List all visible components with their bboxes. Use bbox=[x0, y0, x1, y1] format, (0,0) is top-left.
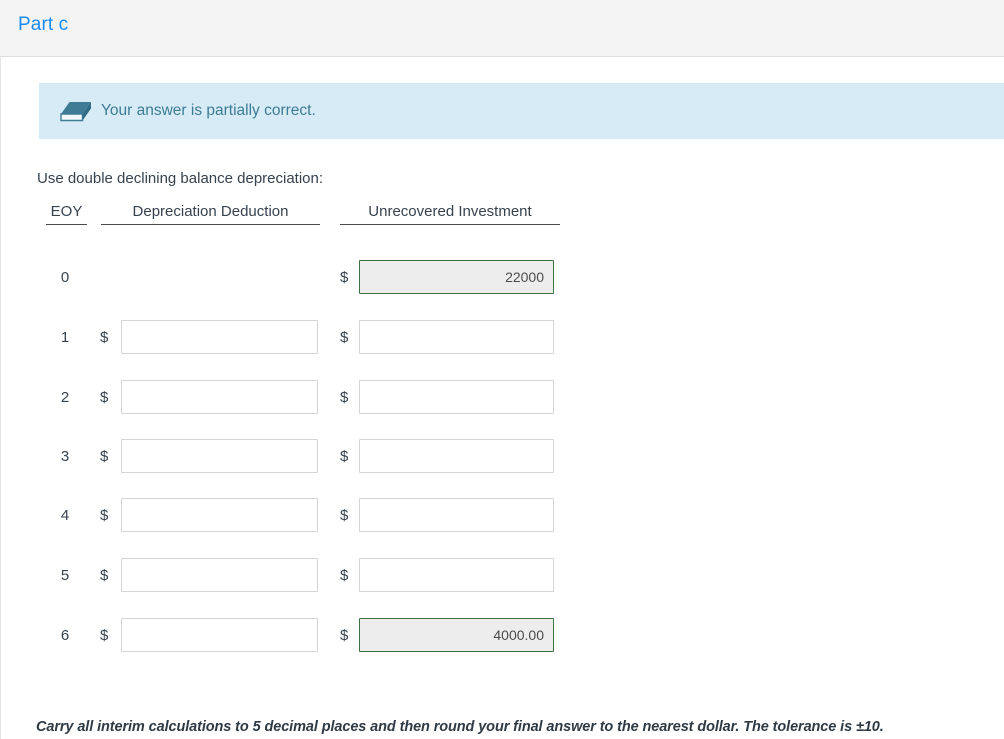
input-depreciation-2[interactable] bbox=[121, 380, 318, 414]
status-banner-message: Your answer is partially correct. bbox=[101, 102, 316, 119]
column-header-unrecovered: Unrecovered Investment bbox=[340, 203, 560, 225]
assignment-page: Part c Your answer is partially correct.… bbox=[0, 0, 1004, 739]
row-label-eoy-4: 4 bbox=[60, 507, 70, 524]
row-label-eoy-2: 2 bbox=[60, 389, 70, 406]
column-header-depreciation: Depreciation Deduction bbox=[101, 203, 320, 225]
input-depreciation-6[interactable] bbox=[121, 618, 318, 652]
input-depreciation-3[interactable] bbox=[121, 439, 318, 473]
eraser-icon bbox=[60, 101, 92, 122]
status-banner: Your answer is partially correct. bbox=[39, 83, 1004, 139]
row-label-eoy-6: 6 bbox=[60, 627, 70, 644]
row-label-eoy-0: 0 bbox=[60, 269, 70, 286]
column-header-eoy: EOY bbox=[46, 203, 87, 225]
input-unrecovered-6[interactable] bbox=[359, 618, 554, 652]
currency-symbol-unrecovered-5: $ bbox=[340, 567, 349, 584]
content-left-rail bbox=[0, 58, 1, 739]
currency-symbol-unrecovered-3: $ bbox=[340, 448, 349, 465]
currency-symbol-depreciation-1: $ bbox=[100, 329, 109, 346]
currency-symbol-unrecovered-0: $ bbox=[340, 269, 349, 286]
input-unrecovered-4[interactable] bbox=[359, 498, 554, 532]
part-header: Part c bbox=[0, 0, 1004, 57]
input-unrecovered-5[interactable] bbox=[359, 558, 554, 592]
currency-symbol-unrecovered-4: $ bbox=[340, 507, 349, 524]
currency-symbol-depreciation-4: $ bbox=[100, 507, 109, 524]
input-unrecovered-1[interactable] bbox=[359, 320, 554, 354]
currency-symbol-depreciation-2: $ bbox=[100, 389, 109, 406]
input-depreciation-5[interactable] bbox=[121, 558, 318, 592]
row-label-eoy-5: 5 bbox=[60, 567, 70, 584]
currency-symbol-depreciation-6: $ bbox=[100, 627, 109, 644]
currency-symbol-depreciation-3: $ bbox=[100, 448, 109, 465]
input-depreciation-4[interactable] bbox=[121, 498, 318, 532]
currency-symbol-unrecovered-6: $ bbox=[340, 627, 349, 644]
input-depreciation-1[interactable] bbox=[121, 320, 318, 354]
input-unrecovered-0[interactable] bbox=[359, 260, 554, 294]
tolerance-note: Carry all interim calculations to 5 deci… bbox=[36, 719, 884, 735]
input-unrecovered-2[interactable] bbox=[359, 380, 554, 414]
currency-symbol-depreciation-5: $ bbox=[100, 567, 109, 584]
input-unrecovered-3[interactable] bbox=[359, 439, 554, 473]
instruction-text: Use double declining balance depreciatio… bbox=[37, 170, 324, 187]
page-title: Part c bbox=[18, 14, 69, 35]
currency-symbol-unrecovered-1: $ bbox=[340, 329, 349, 346]
row-label-eoy-1: 1 bbox=[60, 329, 70, 346]
currency-symbol-unrecovered-2: $ bbox=[340, 389, 349, 406]
row-label-eoy-3: 3 bbox=[60, 448, 70, 465]
